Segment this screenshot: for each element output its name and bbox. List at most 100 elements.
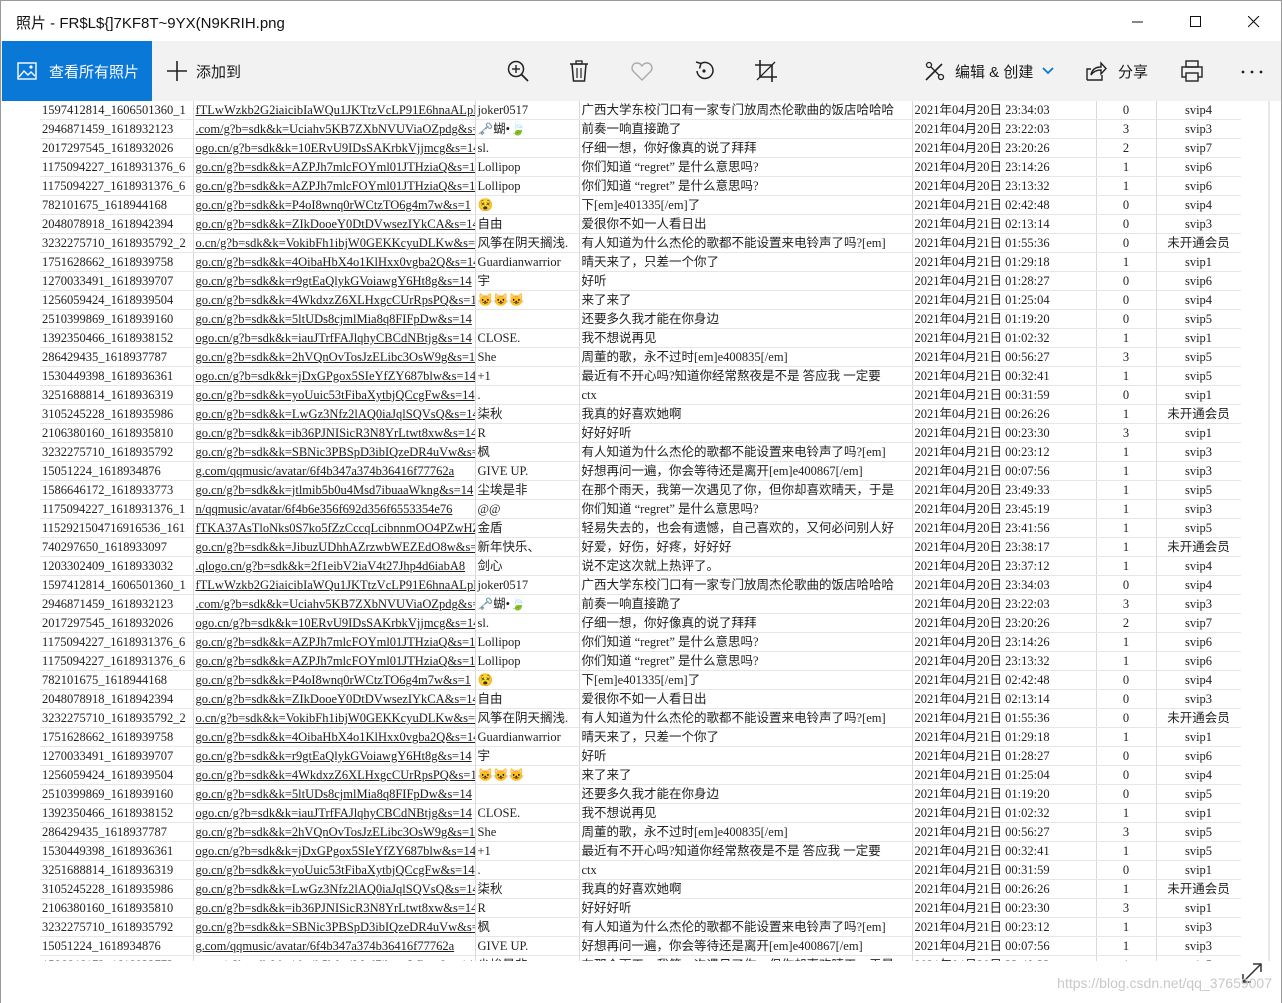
time-cell: 2021年04月20日 23:49:33 xyxy=(912,955,1097,961)
print-icon[interactable] xyxy=(1180,59,1204,83)
like-count-cell: 0 xyxy=(1096,101,1157,120)
avatar-url-cell: go.cn/g?b=sdk&k=JibuzUDhhAZrzwbWEZEdO8w&… xyxy=(193,537,476,557)
comment-cell: 仔细一想，你好像真的说了拜拜 xyxy=(579,138,913,158)
vip-level-cell: svip6 xyxy=(1156,157,1241,177)
like-count-cell: 1 xyxy=(1096,442,1157,462)
avatar-url-cell: .com/g?b=sdk&k=Uciahv5KB7ZXbNVUViaOZpdg&… xyxy=(193,594,476,614)
user-id-cell: 1175094227_1618931376_6 xyxy=(40,632,194,652)
avatar-url-cell: go.cn/g?b=sdk&k=4WkdxzZ6XLHxgcCUrRpsPQ&s… xyxy=(193,765,476,785)
add-to-button[interactable]: 添加到 xyxy=(166,41,241,101)
share-button[interactable]: 分享 xyxy=(1085,41,1148,101)
vip-level-cell: svip7 xyxy=(1156,138,1241,158)
time-cell: 2021年04月21日 00:32:41 xyxy=(912,366,1097,386)
nickname-cell: CLOSE. xyxy=(475,328,580,348)
user-id-cell: 15051224_1618934876 xyxy=(40,461,194,481)
user-id-cell: 1270033491_1618939707 xyxy=(40,746,194,766)
avatar-url-cell: go.cn/g?b=sdk&k=P4oI8wnq0rWCtzTO6g4m7w&s… xyxy=(193,670,476,690)
edit-create-button[interactable]: 编辑 & 创建 xyxy=(924,41,1054,101)
table-row: 1175094227_1618931376_6 go.cn/g?b=sdk&k=A… xyxy=(40,651,1241,671)
maximize-button[interactable] xyxy=(1167,1,1225,42)
vertical-scrollbar[interactable] xyxy=(1268,101,1270,961)
time-cell: 2021年04月21日 00:56:27 xyxy=(912,347,1097,367)
avatar-url-cell: go.cn/g?b=sdk&k=r9gtEaQlykGVoiawgY6Ht8g&… xyxy=(193,271,476,291)
time-cell: 2021年04月21日 00:23:12 xyxy=(912,442,1097,462)
nickname-cell: She xyxy=(475,347,580,367)
nickname-cell: 枫 xyxy=(475,917,580,937)
comment-cell: 来了来了 xyxy=(579,290,913,310)
vip-level-cell: svip1 xyxy=(1156,252,1241,272)
vip-level-cell: svip6 xyxy=(1156,176,1241,196)
vip-level-cell: svip5 xyxy=(1156,309,1241,329)
avatar-url-cell: fTLwWzkb2G2iaicibIaWQu1JKTtzVcLP91E6hnaA… xyxy=(193,575,476,595)
comment-cell: 有人知道为什么杰伦的歌都不能设置来电铃声了吗?[em] xyxy=(579,233,913,253)
see-all-photos-button[interactable]: 查看所有照片 xyxy=(2,41,152,101)
nickname-cell: GIVE UP. xyxy=(475,461,580,481)
crop-icon[interactable] xyxy=(754,59,778,83)
minimize-button[interactable] xyxy=(1109,1,1167,42)
user-id-cell: 1530449398_1618936361 xyxy=(40,366,194,386)
vip-level-cell: svip1 xyxy=(1156,328,1241,348)
avatar-url-cell: go.cn/g?b=sdk&k=5ltUDs8cjmlMia8q8FIFpDw&… xyxy=(193,784,476,804)
avatar-url-cell: ogo.cn/g?b=sdk&k=iauJTrfFAJlqhyCBCdNBtjg… xyxy=(193,328,476,348)
avatar-url-cell: ogo.cn/g?b=sdk&k=iauJTrfFAJlqhyCBCdNBtjg… xyxy=(193,803,476,823)
like-count-cell: 1 xyxy=(1096,404,1157,424)
comment-cell: 好听 xyxy=(579,746,913,766)
like-count-cell: 1 xyxy=(1096,556,1157,576)
nickname-cell: 宇 xyxy=(475,271,580,291)
table-row: 2017297545_1618932026 ogo.cn/g?b=sdk&k=10… xyxy=(40,613,1241,633)
nickname-cell: 🗝️蝴•🍃 xyxy=(475,119,580,139)
vip-level-cell: svip4 xyxy=(1156,195,1241,215)
comment-cell: 最近有不开心吗?知道你经常熬夜是不是 答应我 一定要 xyxy=(579,366,913,386)
time-cell: 2021年04月20日 23:49:33 xyxy=(912,480,1097,500)
close-button[interactable] xyxy=(1225,1,1282,42)
nickname-cell: 枫 xyxy=(475,442,580,462)
comment-cell: 还要多久我才能在你身边 xyxy=(579,309,913,329)
zoom-in-icon[interactable] xyxy=(506,59,530,83)
like-count-cell: 0 xyxy=(1096,670,1157,690)
vip-level-cell: svip4 xyxy=(1156,765,1241,785)
avatar-url-cell: go.cn/g?b=sdk&k=5ltUDs8cjmlMia8q8FIFpDw&… xyxy=(193,309,476,329)
photo-canvas[interactable]: 1597412814_1606501360_1 fTLwWzkb2G2iaicib… xyxy=(40,101,1241,961)
more-options-icon[interactable] xyxy=(1240,59,1264,83)
user-id-cell: 1392350466_1618938152 xyxy=(40,803,194,823)
maximize-icon xyxy=(1190,15,1201,27)
avatar-url-cell: go.cn/g?b=sdk&k=SBNic3PBSpD3ibIQzeDR4uVw… xyxy=(193,917,476,937)
like-count-cell: 2 xyxy=(1096,613,1157,633)
nickname-cell: 剑心 xyxy=(475,556,580,576)
comment-cell: 在那个雨天，我第一次遇见了你，但你却喜欢晴天，于是 xyxy=(579,955,913,961)
avatar-url-cell: ogo.cn/g?b=sdk&k=jDxGPgox5SIeYfZY687blw&… xyxy=(193,841,476,861)
time-cell: 2021年04月21日 01:02:32 xyxy=(912,803,1097,823)
like-count-cell: 1 xyxy=(1096,727,1157,747)
comment-cell: 你们知道 “regret” 是什么意思吗? xyxy=(579,157,913,177)
comment-cell: ctx xyxy=(579,385,913,405)
user-id-cell: 1256059424_1618939504 xyxy=(40,290,194,310)
comment-cell: 下[em]e401335[/em]了 xyxy=(579,670,913,690)
time-cell: 2021年04月20日 23:14:26 xyxy=(912,157,1097,177)
delete-icon[interactable] xyxy=(567,59,591,83)
time-cell: 2021年04月20日 23:20:26 xyxy=(912,138,1097,158)
comment-cell: 前奏一响直接跪了 xyxy=(579,119,913,139)
avatar-url-cell: go.cn/g?b=sdk&k=4OibaHbX4o1KlHxx0vgba2Q&… xyxy=(193,727,476,747)
comment-cell: 仔细一想，你好像真的说了拜拜 xyxy=(579,613,913,633)
user-id-cell: 1203302409_1618933032 xyxy=(40,556,194,576)
avatar-url-cell: .com/g?b=sdk&k=Uciahv5KB7ZXbNVUViaOZpdg&… xyxy=(193,119,476,139)
avatar-url-cell: fTKA37AsTloNks0S7ko5fZzCccqLcibnnmOO4PZw… xyxy=(193,518,476,538)
vip-level-cell: svip3 xyxy=(1156,936,1241,956)
table-row: 740297650_1618933097 go.cn/g?b=sdk&k=Jibu… xyxy=(40,537,1241,557)
table-row: 2106380160_1618935810 go.cn/g?b=sdk&k=ib3… xyxy=(40,898,1241,918)
like-count-cell: 1 xyxy=(1096,917,1157,937)
time-cell: 2021年04月20日 23:20:26 xyxy=(912,613,1097,633)
table-row: 286429435_1618937787 go.cn/g?b=sdk&k=2hVQ… xyxy=(40,347,1241,367)
time-cell: 2021年04月21日 01:55:36 xyxy=(912,233,1097,253)
favorite-heart-icon[interactable] xyxy=(630,59,654,83)
title-bar: 照片 - FR$L${]7KF8T~9YX(N9KRIH.png xyxy=(0,0,1282,41)
comment-cell: 在那个雨天，我第一次遇见了你，但你却喜欢晴天，于是 xyxy=(579,480,913,500)
table-row: 782101675_1618944168 go.cn/g?b=sdk&k=P4oI… xyxy=(40,195,1241,215)
avatar-url-cell: o.cn/g?b=sdk&k=VokibFh1ibjW0GEKKcyuDLKw&… xyxy=(193,233,476,253)
vip-level-cell: svip4 xyxy=(1156,101,1241,120)
user-id-cell: 1392350466_1618938152 xyxy=(40,328,194,348)
rotate-icon[interactable] xyxy=(692,59,716,83)
user-id-cell: 1586646172_1618933773 xyxy=(40,480,194,500)
avatar-url-cell: g.com/qqmusic/avatar/6f4b347a374b36416f7… xyxy=(193,936,476,956)
avatar-url-cell: go.cn/g?b=sdk&k=yoUuic53tFibaXytbjQCcgFw… xyxy=(193,860,476,880)
